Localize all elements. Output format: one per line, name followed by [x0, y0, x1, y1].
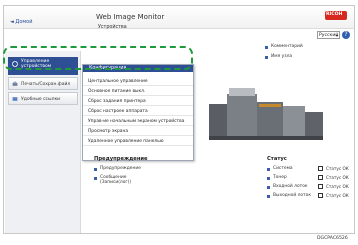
bullet-icon: [267, 177, 270, 180]
message-log-link[interactable]: Сообщение (Записи(лог)): [100, 175, 150, 185]
warning-link[interactable]: Предупреждение: [100, 166, 141, 171]
language-select[interactable]: Русский ▾: [317, 31, 340, 39]
device-section-label: Устройства: [98, 25, 127, 30]
figure-caption: DGCPAC6526: [317, 236, 348, 241]
status-row-label[interactable]: Входной лоток: [273, 184, 308, 189]
status-row-value: Статус ОК: [326, 184, 349, 189]
top-bar: ◄ Домой Web Image Monitor RICOH: [4, 6, 354, 29]
status-ok-icon: [318, 193, 323, 198]
submenu-item-screen-monitoring[interactable]: Просмотр экрана: [83, 128, 193, 136]
bullet-icon: [267, 186, 270, 189]
status-title: Статус: [267, 156, 287, 162]
status-row-label[interactable]: Тонер: [273, 175, 287, 180]
submenu-item-central-management[interactable]: Центральное управление: [83, 78, 193, 86]
submenu-item-reset-printer-job[interactable]: Сброс задания принтера: [83, 98, 193, 106]
callout-highlight: [3, 46, 193, 70]
sidebar-item-print-save[interactable]: Печать/Сохран.файл: [8, 77, 78, 90]
bullet-icon: [267, 195, 270, 198]
printer-image: [209, 88, 323, 140]
comment-label: Комментарий: [271, 44, 303, 49]
bullet-icon: [94, 168, 97, 171]
submenu-item-reset-device[interactable]: Сброс настроек аппарата: [83, 108, 193, 116]
status-row-value: Статус ОК: [326, 193, 349, 198]
submenu-item-main-power-off[interactable]: Основное питание выкл.: [83, 88, 193, 96]
printer-icon: [12, 81, 18, 86]
submenu-item-remote-panel[interactable]: Удаленное управление панелью: [83, 138, 193, 146]
bullet-icon: [267, 168, 270, 171]
status-row-label[interactable]: Выходной лоток: [273, 193, 311, 198]
chevron-down-icon: ▾: [335, 33, 338, 38]
app-title: Web Image Monitor: [96, 13, 165, 21]
sidebar-item-label: Удобные ссылки: [21, 97, 61, 102]
sidebar: Управление устройством Печать/Сохран.фай…: [5, 51, 81, 233]
sidebar-item-label: Печать/Сохран.файл: [21, 82, 71, 87]
link-icon: [12, 97, 18, 101]
status-ok-icon: [318, 184, 323, 189]
bullet-icon: [265, 56, 268, 59]
warnings-title: Предупреждение: [94, 156, 148, 162]
status-row-label[interactable]: Система: [273, 166, 293, 171]
home-link[interactable]: ◄ Домой: [10, 19, 32, 25]
status-ok-icon: [318, 166, 323, 171]
brand-logo: RICOH: [325, 11, 347, 20]
help-icon[interactable]: ?: [342, 31, 350, 39]
bullet-icon: [94, 177, 97, 180]
bullet-icon: [265, 46, 268, 49]
submenu-item-home-screen-management[interactable]: Управ-ие начальным экраном устройства: [83, 118, 193, 126]
status-row-value: Статус ОК: [326, 175, 349, 180]
browser-frame: ◄ Домой Web Image Monitor RICOH Русский …: [3, 5, 355, 234]
device-management-submenu: Конфигурация Центральное управление Осно…: [82, 64, 194, 161]
logo-text: RICOH: [326, 12, 343, 17]
host-label: Имя узла: [271, 54, 293, 59]
sidebar-item-quick-links[interactable]: Удобные ссылки: [8, 92, 78, 105]
status-row-value: Статус ОК: [326, 166, 349, 171]
status-ok-icon: [318, 175, 323, 180]
